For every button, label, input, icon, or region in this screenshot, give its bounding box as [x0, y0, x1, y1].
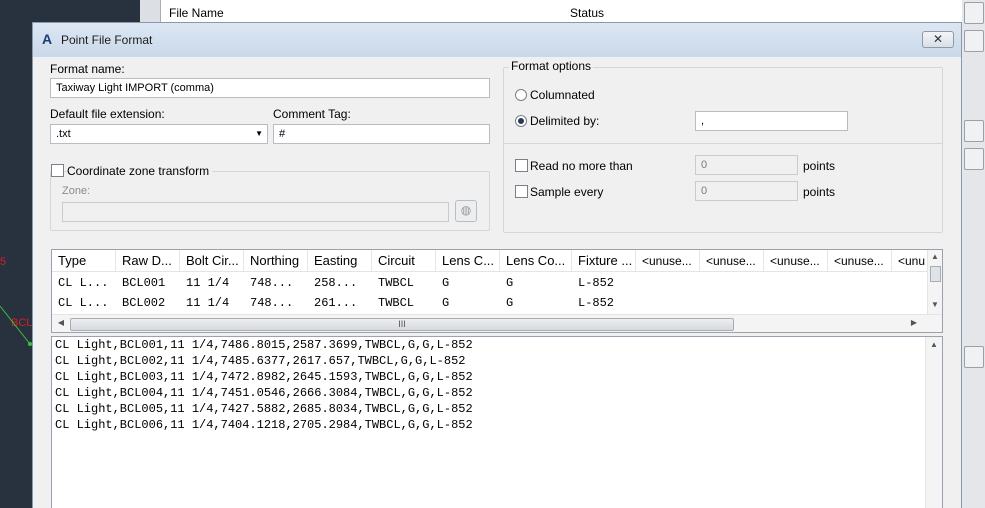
- zone-label: Zone:: [62, 185, 91, 197]
- format-name-input[interactable]: Taxiway Light IMPORT (comma): [50, 78, 490, 98]
- coordinate-zone-label: Coordinate zone transform: [67, 164, 213, 178]
- grid-cell: 748...: [250, 296, 294, 310]
- grid-column-header[interactable]: Circuit: [372, 250, 436, 271]
- grid-column-header[interactable]: Lens C...: [436, 250, 500, 271]
- globe-icon: ◍: [460, 203, 472, 217]
- title-bar[interactable]: A Point File Format ✕: [33, 23, 961, 57]
- coordinate-zone-checkbox[interactable]: [51, 164, 64, 177]
- grid-cell: TWBCL: [378, 276, 415, 290]
- sample-every-label: Sample every: [530, 185, 604, 199]
- grid-column-header[interactable]: Type: [52, 250, 116, 271]
- grid-cell: TWBCL: [378, 296, 415, 310]
- grid-cell: 11 1/4: [186, 276, 230, 290]
- divider: [504, 143, 942, 144]
- sample-every-input[interactable]: 0: [695, 181, 798, 201]
- side-button[interactable]: [964, 2, 984, 24]
- grid-cell: 748...: [250, 276, 294, 290]
- grid-vertical-scrollbar[interactable]: ▲ ▼: [927, 250, 942, 314]
- grid-cell: G: [442, 276, 450, 290]
- read-no-more-unit: points: [803, 159, 836, 173]
- grid-column-header[interactable]: Fixture ...: [572, 250, 636, 271]
- delimiter-input[interactable]: ,: [695, 111, 848, 131]
- grid-header-row: Type Raw D... Bolt Cir... Northing Easti…: [52, 250, 928, 272]
- default-extension-value: .txt: [56, 128, 71, 140]
- scroll-left-icon[interactable]: ◀: [55, 318, 67, 327]
- zone-input[interactable]: [62, 202, 449, 222]
- side-button[interactable]: [964, 148, 984, 170]
- format-name-label: Format name:: [50, 62, 125, 76]
- grid-cell: L-852: [578, 276, 615, 290]
- grid-cell: CL L...: [58, 276, 109, 290]
- grid-cell: L-852: [578, 296, 615, 310]
- grid-column-header[interactable]: Raw D...: [116, 250, 180, 271]
- preview-line: CL Light,BCL002,11 1/4,7485.6377,2617.65…: [55, 354, 466, 368]
- point-file-format-dialog: A Point File Format ✕ Format name: Taxiw…: [32, 22, 962, 508]
- columnated-radio[interactable]: [515, 89, 527, 101]
- close-icon: ✕: [932, 32, 944, 46]
- app-icon: A: [42, 31, 53, 47]
- grid-column-header[interactable]: Bolt Cir...: [180, 250, 244, 271]
- grid-row[interactable]: CL L... BCL002 11 1/4 748... 261... TWBC…: [52, 293, 928, 313]
- preview-line: CL Light,BCL006,11 1/4,7404.1218,2705.29…: [55, 418, 473, 432]
- comment-tag-label: Comment Tag:: [273, 107, 351, 121]
- grid-column-header[interactable]: <unu: [892, 250, 928, 271]
- side-button[interactable]: [964, 120, 984, 142]
- columnated-label: Columnated: [530, 88, 595, 102]
- file-name-column-header: File Name: [169, 6, 224, 20]
- close-button[interactable]: ✕: [922, 31, 954, 48]
- grid-cell: G: [506, 296, 514, 310]
- background-side-toolbar: [962, 0, 985, 508]
- comment-tag-input[interactable]: #: [273, 124, 490, 144]
- status-column-header: Status: [570, 6, 605, 20]
- grid-cell: BCL001: [122, 276, 166, 290]
- default-extension-label: Default file extension:: [50, 107, 165, 121]
- read-no-more-checkbox[interactable]: [515, 159, 528, 172]
- format-options-label: Format options: [509, 59, 594, 73]
- preview-line: CL Light,BCL005,11 1/4,7427.5882,2685.80…: [55, 402, 473, 416]
- read-no-more-input[interactable]: 0: [695, 155, 798, 175]
- grid-column-header[interactable]: Lens Co...: [500, 250, 572, 271]
- column-grid[interactable]: Type Raw D... Bolt Cir... Northing Easti…: [51, 249, 943, 333]
- read-no-more-label: Read no more than: [530, 159, 633, 173]
- scroll-thumb[interactable]: III: [70, 318, 734, 331]
- delimited-radio[interactable]: [515, 115, 527, 127]
- grid-cell: G: [506, 276, 514, 290]
- file-preview[interactable]: CL Light,BCL001,11 1/4,7486.8015,2587.36…: [51, 336, 943, 508]
- coordinate-zone-group: [50, 171, 490, 231]
- chevron-down-icon: ▼: [255, 129, 263, 138]
- grip-icon: III: [398, 319, 406, 329]
- delimited-label: Delimited by:: [530, 114, 600, 128]
- grid-column-header[interactable]: <unuse...: [764, 250, 828, 271]
- grid-column-header[interactable]: Easting: [308, 250, 372, 271]
- preview-vertical-scrollbar[interactable]: ▲: [925, 337, 942, 508]
- zone-browse-button[interactable]: ◍: [455, 200, 477, 222]
- preview-line: CL Light,BCL004,11 1/4,7451.0546,2666.30…: [55, 386, 473, 400]
- pick-icon[interactable]: [964, 346, 984, 368]
- grid-cell: BCL002: [122, 296, 166, 310]
- grid-column-header[interactable]: <unuse...: [828, 250, 892, 271]
- sample-every-unit: points: [803, 185, 836, 199]
- grid-column-header[interactable]: <unuse...: [636, 250, 700, 271]
- side-button[interactable]: [964, 30, 984, 52]
- grid-column-header[interactable]: <unuse...: [700, 250, 764, 271]
- grid-row[interactable]: CL L... BCL001 11 1/4 748... 258... TWBC…: [52, 273, 928, 293]
- scroll-up-icon[interactable]: ▲: [928, 340, 940, 349]
- preview-line: CL Light,BCL003,11 1/4,7472.8982,2645.15…: [55, 370, 473, 384]
- scroll-right-icon[interactable]: ▶: [908, 318, 920, 327]
- grid-cell: CL L...: [58, 296, 109, 310]
- dialog-title: Point File Format: [61, 33, 153, 47]
- grid-cell: 258...: [314, 276, 358, 290]
- grid-cell: 261...: [314, 296, 358, 310]
- scroll-thumb[interactable]: [930, 266, 941, 282]
- default-extension-select[interactable]: .txt ▼: [50, 124, 268, 144]
- scroll-down-icon[interactable]: ▼: [929, 300, 941, 309]
- preview-line: CL Light,BCL001,11 1/4,7486.8015,2587.36…: [55, 338, 473, 352]
- scroll-up-icon[interactable]: ▲: [929, 252, 941, 261]
- grid-column-header[interactable]: Northing: [244, 250, 308, 271]
- grid-cell: 11 1/4: [186, 296, 230, 310]
- grid-cell: G: [442, 296, 450, 310]
- grid-horizontal-scrollbar[interactable]: ◀ III ▶: [52, 314, 942, 332]
- canvas-label: 5: [0, 256, 7, 268]
- sample-every-checkbox[interactable]: [515, 185, 528, 198]
